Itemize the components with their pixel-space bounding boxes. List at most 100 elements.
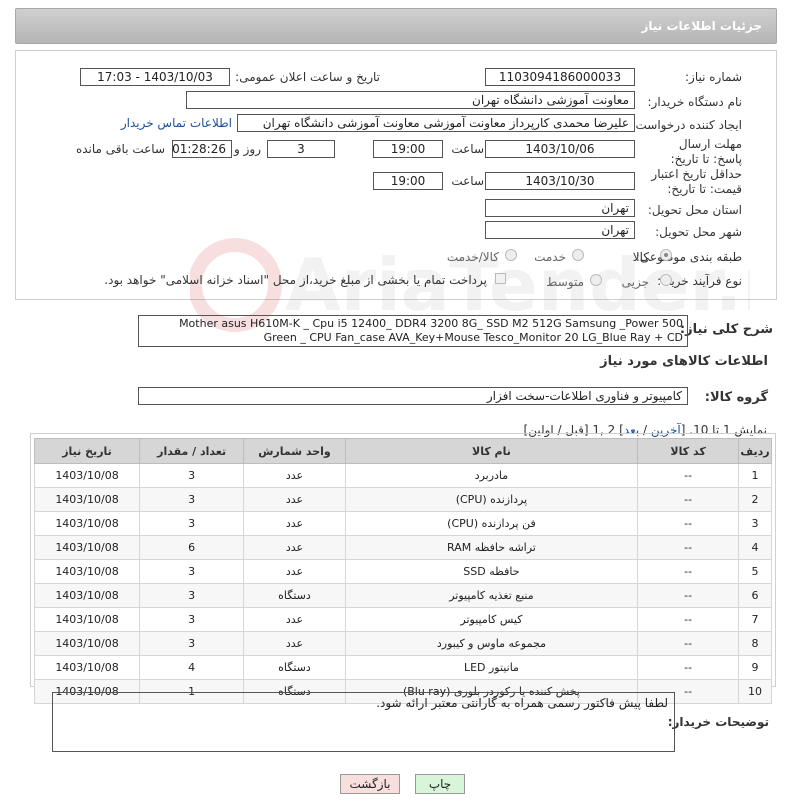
validity-time-label: ساعت bbox=[451, 174, 484, 188]
deadline-label: مهلت ارسال پاسخ: تا تاریخ: bbox=[670, 137, 742, 166]
cell-unit: عدد bbox=[243, 463, 346, 488]
buyer-notes-field: لطفا پیش فاکتور رسمی همراه به گارانتی مع… bbox=[52, 692, 675, 752]
cell-date: 1403/10/08 bbox=[33, 487, 141, 512]
cell-date: 1403/10/08 bbox=[33, 535, 141, 560]
time-remaining-label: ساعت باقی مانده bbox=[75, 142, 165, 156]
cell-name: تراشه حافظه RAM bbox=[344, 535, 639, 560]
table-row: 2 -- پردازنده (CPU) عدد 3 1403/10/08 bbox=[33, 487, 772, 512]
cell-date: 1403/10/08 bbox=[33, 463, 141, 488]
requester-label: ایجاد کننده درخواست: bbox=[631, 118, 742, 132]
cell-date: 1403/10/08 bbox=[33, 607, 141, 632]
buyer-org-label: نام دستگاه خریدار: bbox=[647, 95, 743, 109]
cell-date: 1403/10/08 bbox=[33, 559, 141, 584]
table-row: 6 -- منبع تغذیه کامپیوتر دستگاه 3 1403/10/08 bbox=[33, 583, 772, 608]
table-row: 5 -- حافظه SSD عدد 3 1403/10/08 bbox=[33, 559, 772, 584]
category-both-radio[interactable] bbox=[505, 249, 517, 261]
table-row: 8 -- مجموعه ماوس و کیبورد عدد 3 1403/10/08 bbox=[33, 631, 772, 656]
cell-code: -- bbox=[637, 511, 740, 536]
cell-code: -- bbox=[637, 535, 740, 560]
cell-unit: دستگاه bbox=[243, 583, 346, 608]
table-row: 4 -- تراشه حافظه RAM عدد 6 1403/10/08 bbox=[33, 535, 772, 560]
validity-label: حداقل تاریخ اعتبار قیمت: تا تاریخ: bbox=[651, 167, 742, 196]
buyer-org-field: معاونت آموزشی دانشگاه تهران bbox=[186, 91, 635, 109]
cell-unit: عدد bbox=[243, 487, 346, 512]
buyer-contact-link[interactable]: اطلاعات تماس خریدار bbox=[121, 116, 232, 130]
col-date-header: تاریخ نیاز bbox=[33, 438, 141, 464]
buyer-notes-label: توضیحات خریدار: bbox=[667, 715, 769, 729]
cell-code: -- bbox=[637, 463, 740, 488]
process-medium-radio[interactable] bbox=[590, 274, 602, 286]
treasury-payment-checkbox[interactable] bbox=[495, 273, 506, 284]
cell-row: 2 bbox=[738, 487, 772, 512]
treasury-payment-note: پرداخت تمام یا بخشی از مبلغ خرید،از محل … bbox=[104, 273, 487, 287]
cell-unit: عدد bbox=[243, 631, 346, 656]
cell-date: 1403/10/08 bbox=[33, 511, 141, 536]
cell-code: -- bbox=[637, 631, 740, 656]
description-label: شرح کلی نیاز: bbox=[679, 322, 773, 337]
cell-code: -- bbox=[637, 583, 740, 608]
cell-row: 9 bbox=[738, 655, 772, 680]
cell-unit: عدد bbox=[243, 559, 346, 584]
description-field: Mother asus H610M-K _ Cpu i5 12400_ DDR4… bbox=[138, 315, 688, 347]
category-label: طبقه بندی موضوعی: bbox=[635, 250, 742, 264]
cell-name: منبع تغذیه کامپیوتر bbox=[344, 583, 639, 608]
cell-code: -- bbox=[637, 559, 740, 584]
cell-row: 5 bbox=[738, 559, 772, 584]
col-code-header: کد کالا bbox=[637, 438, 740, 464]
category-goods-label: کالا bbox=[632, 250, 649, 264]
announce-field: 1403/10/03 - 17:03 bbox=[80, 68, 230, 86]
province-field: تهران bbox=[485, 199, 635, 217]
table-header-row: ردیف کد کالا نام کالا واحد شمارش تعداد /… bbox=[33, 438, 772, 464]
cell-qty: 6 bbox=[139, 535, 245, 560]
days-remaining-field: 3 bbox=[267, 140, 335, 158]
category-goods-radio[interactable] bbox=[660, 249, 672, 261]
cell-name: کیس کامپیوتر bbox=[344, 607, 639, 632]
cell-name: پردازنده (CPU) bbox=[344, 487, 639, 512]
cell-row: 6 bbox=[738, 583, 772, 608]
process-medium-label: متوسط bbox=[546, 275, 584, 289]
process-minor-radio[interactable] bbox=[660, 274, 672, 286]
need-number-label: شماره نیاز: bbox=[685, 70, 742, 84]
col-unit-header: واحد شمارش bbox=[243, 438, 346, 464]
cell-row: 8 bbox=[738, 631, 772, 656]
cell-qty: 3 bbox=[139, 583, 245, 608]
back-button[interactable]: بازگشت bbox=[340, 774, 400, 794]
col-row-header: ردیف bbox=[738, 438, 772, 464]
page-title: جزئیات اطلاعات نیاز bbox=[641, 19, 762, 33]
validity-time-field: 19:00 bbox=[373, 172, 443, 190]
goods-group-field: کامپیوتر و فناوری اطلاعات-سخت افزار bbox=[138, 387, 688, 405]
col-qty-header: تعداد / مقدار bbox=[139, 438, 245, 464]
category-both-label: کالا/خدمت bbox=[446, 250, 499, 264]
print-button[interactable]: چاپ bbox=[415, 774, 465, 794]
col-name-header: نام کالا bbox=[344, 438, 639, 464]
cell-name: فن پردازنده (CPU) bbox=[344, 511, 639, 536]
goods-group-label: گروه کالا: bbox=[704, 390, 768, 405]
cell-row: 1 bbox=[738, 463, 772, 488]
cell-unit: دستگاه bbox=[243, 655, 346, 680]
cell-row: 4 bbox=[738, 535, 772, 560]
cell-name: مادربرد bbox=[344, 463, 639, 488]
cell-row: 7 bbox=[738, 607, 772, 632]
cell-date: 1403/10/08 bbox=[33, 655, 141, 680]
deadline-time-label: ساعت bbox=[451, 142, 484, 156]
validity-date-field: 1403/10/30 bbox=[485, 172, 635, 190]
cell-code: -- bbox=[637, 607, 740, 632]
city-label: شهر محل تحویل: bbox=[655, 225, 742, 239]
category-service-radio[interactable] bbox=[572, 249, 584, 261]
province-label: استان محل تحویل: bbox=[647, 203, 742, 217]
cell-qty: 3 bbox=[139, 487, 245, 512]
cell-unit: عدد bbox=[243, 535, 346, 560]
cell-row: 3 bbox=[738, 511, 772, 536]
time-remaining-field: 01:28:26 bbox=[172, 140, 232, 158]
cell-unit: عدد bbox=[243, 607, 346, 632]
cell-code: -- bbox=[637, 655, 740, 680]
announce-label: تاریخ و ساعت اعلان عمومی: bbox=[235, 70, 380, 84]
cell-qty: 4 bbox=[139, 655, 245, 680]
requester-field: علیرضا محمدی کارپرداز معاونت آموزشی معاو… bbox=[237, 114, 635, 132]
process-minor-label: جزیی bbox=[621, 275, 649, 289]
items-table: ردیف کد کالا نام کالا واحد شمارش تعداد /… bbox=[33, 438, 772, 704]
table-row: 1 -- مادربرد عدد 3 1403/10/08 bbox=[33, 463, 772, 488]
deadline-date-field: 1403/10/06 bbox=[485, 140, 635, 158]
cell-name: مانیتور LED bbox=[344, 655, 639, 680]
days-label: روز و bbox=[234, 142, 261, 156]
